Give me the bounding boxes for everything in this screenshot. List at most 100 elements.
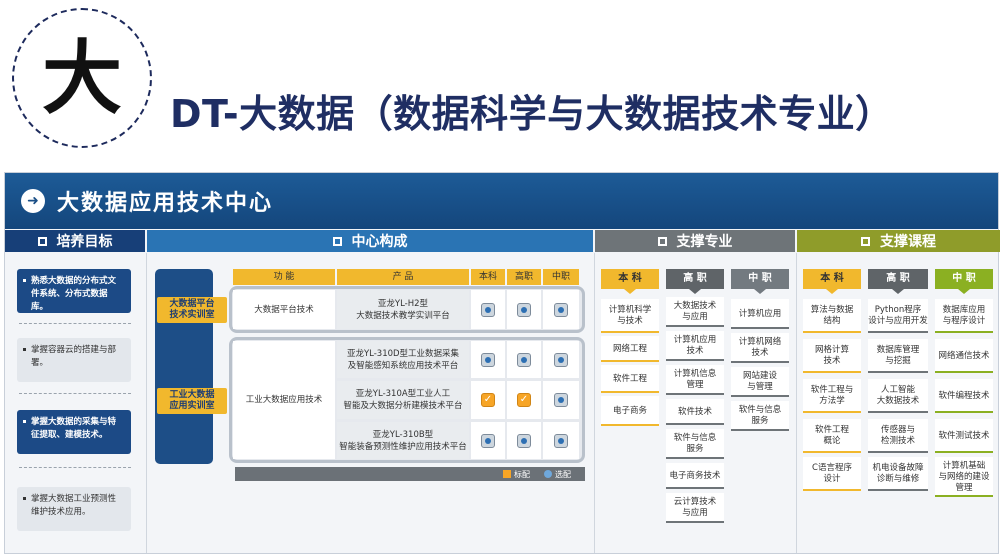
lab-tag: 大数据平台 技术实训室 (157, 297, 227, 323)
section-majors-header: 支撑专业 (595, 230, 795, 252)
divider (19, 467, 131, 468)
column-divider (146, 253, 147, 553)
course-item: 软件测试技术 (935, 419, 993, 453)
goal-item: 掌握大数据的采集与特征提取、建模技术。 (17, 410, 131, 454)
optional-icon (481, 352, 495, 367)
major-item: 软件技术 (666, 399, 724, 425)
optional-swatch-icon (544, 470, 552, 478)
mark-cell (507, 290, 541, 329)
page-title: DT-大数据（数据科学与大数据技术专业） (170, 92, 894, 136)
legend-standard: 标配 (503, 469, 530, 480)
function-cell: 大数据平台技术 (233, 290, 335, 329)
legend-bar: 标配 选配 (235, 467, 585, 481)
course-item: 软件工程 概论 (803, 419, 861, 453)
checkmark-icon: ✓ (517, 393, 531, 407)
panel-banner: ➜ 大数据应用技术中心 (5, 173, 998, 229)
optional-icon (481, 302, 495, 317)
course-item: 软件工程与 方法学 (803, 379, 861, 413)
course-item: 算法与数据 结构 (803, 299, 861, 333)
goal-item: 掌握大数据工业预测性维护技术应用。 (17, 487, 131, 531)
course-item: Python程序 设计与应用开发 (868, 299, 928, 333)
major-item: 计算机应用 (731, 299, 789, 329)
optional-icon (554, 352, 568, 367)
optional-icon (554, 393, 568, 407)
square-icon (37, 236, 47, 246)
section-courses-header: 支撑课程 (797, 230, 1000, 252)
optional-icon (554, 433, 568, 448)
major-item: 软件工程 (601, 365, 659, 393)
divider (19, 323, 131, 324)
major-item: 计算机应用 技术 (666, 331, 724, 361)
majors-zhongzhi-header: 中 职 (731, 269, 789, 294)
major-item: 软件与信息 服务 (666, 429, 724, 459)
course-item: 网络通信技术 (935, 339, 993, 373)
courses-benke-header: 本 科 (803, 269, 861, 294)
mark-cell (471, 422, 505, 459)
major-item: 云计算技术 与应用 (666, 493, 724, 523)
section-goals-header: 培养目标 (5, 230, 145, 252)
mark-cell (471, 290, 505, 329)
arrow-right-icon: ➜ (21, 189, 45, 213)
product-cell: 亚龙YL-310A型工业人工 智能及大数据分析建模技术平台 (337, 381, 469, 419)
section-center-header: 中心构成 (147, 230, 593, 252)
optional-icon (481, 433, 495, 448)
divider (19, 393, 131, 394)
course-item: 软件编程技术 (935, 379, 993, 413)
table-header-function: 功 能 (233, 269, 335, 285)
mark-cell (543, 341, 579, 378)
goal-item: 掌握容器云的搭建与部署。 (17, 338, 131, 382)
optional-icon (554, 302, 568, 317)
mark-cell (507, 422, 541, 459)
course-item: 计算机基础 与网络的建设 管理 (935, 457, 993, 497)
course-item: 数据库管理 与挖掘 (868, 339, 928, 373)
legend-optional: 选配 (544, 469, 571, 480)
mark-cell: ✓ (471, 381, 505, 419)
courses-zhongzhi-header: 中 职 (935, 269, 993, 294)
table-header-gaozhi: 高职 (507, 269, 541, 285)
major-item: 电子商务技术 (666, 463, 724, 489)
course-item: 网格计算 技术 (803, 339, 861, 373)
major-item: 软件与信息 服务 (731, 401, 789, 431)
column-divider (796, 253, 797, 553)
course-item: C语言程序 设计 (803, 457, 861, 491)
table-header-product: 产 品 (337, 269, 469, 285)
mark-cell: ✓ (507, 381, 541, 419)
table-header-benke: 本科 (471, 269, 505, 285)
goal-item: 熟悉大数据的分布式文件系统、分布式数据库。 (17, 269, 131, 313)
square-icon (332, 236, 342, 246)
product-cell: 亚龙YL-310B型 智能装备预测性维护应用技术平台 (337, 422, 469, 459)
square-icon (657, 236, 667, 246)
square-icon (861, 236, 870, 246)
mark-cell (543, 422, 579, 459)
majors-gaozhi-header: 高 职 (666, 269, 724, 294)
product-cell: 亚龙YL-H2型 大数据技术教学实训平台 (337, 290, 469, 329)
standard-swatch-icon (503, 470, 511, 478)
courses-gaozhi-header: 高 职 (868, 269, 928, 294)
table-header-zhongzhi: 中职 (543, 269, 579, 285)
mark-cell (543, 381, 579, 419)
course-item: 传感器与 检测技术 (868, 419, 928, 453)
course-item: 机电设备故障 诊断与维修 (868, 457, 928, 491)
center-panel: ➜ 大数据应用技术中心 培养目标 中心构成 支撑专业 支撑课程 熟悉大数据的分布… (4, 172, 1000, 554)
optional-icon (517, 302, 531, 317)
major-item: 网站建设 与管理 (731, 367, 789, 397)
course-item: 数据库应用 与程序设计 (935, 299, 993, 333)
mark-cell (543, 290, 579, 329)
major-item: 网络工程 (601, 336, 659, 362)
optional-icon (517, 433, 531, 448)
major-item: 计算机信息 管理 (666, 365, 724, 395)
lab-tag: 工业大数据 应用实训室 (157, 388, 227, 414)
banner-title: 大数据应用技术中心 (57, 191, 274, 216)
column-divider (594, 253, 595, 553)
major-item: 计算机科学 与技术 (601, 299, 659, 333)
mark-cell (507, 341, 541, 378)
mark-cell (471, 341, 505, 378)
majors-benke-header: 本 科 (601, 269, 659, 294)
checkmark-icon: ✓ (481, 393, 495, 407)
product-cell: 亚龙YL-310D型工业数据采集 及智能感知系统应用技术平台 (337, 341, 469, 378)
course-item: 人工智能 大数据技术 (868, 379, 928, 413)
major-item: 大数据技术 与应用 (666, 297, 724, 327)
major-item: 电子商务 (601, 396, 659, 426)
logo-badge: 大 (12, 8, 152, 148)
logo-character: 大 (42, 31, 122, 125)
